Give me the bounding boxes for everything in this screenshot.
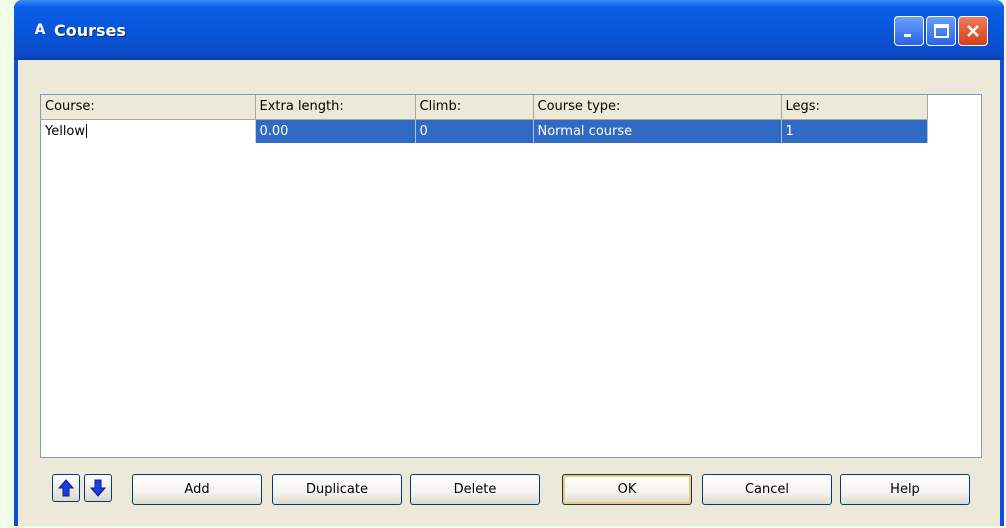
move-down-button[interactable]	[84, 474, 112, 502]
close-icon	[967, 25, 979, 37]
add-button[interactable]: Add	[132, 474, 262, 505]
move-up-button[interactable]	[52, 474, 80, 502]
legs-cell[interactable]: 1	[781, 119, 928, 143]
close-button[interactable]	[958, 16, 988, 46]
table-row[interactable]: Yellow 0.00 0 Normal course 1	[41, 119, 928, 143]
column-header-extra-length[interactable]: Extra length:	[255, 95, 416, 120]
arrow-down-icon	[90, 479, 106, 497]
course-name-cell[interactable]: Yellow	[41, 119, 256, 143]
delete-button[interactable]: Delete	[410, 474, 540, 505]
dialog-body: Course: Extra length: Climb: Course type…	[18, 60, 1000, 526]
column-header-course-type[interactable]: Course type:	[533, 95, 782, 120]
courses-grid[interactable]: Course: Extra length: Climb: Course type…	[40, 94, 982, 458]
help-button[interactable]: Help	[840, 474, 970, 505]
course-type-cell[interactable]: Normal course	[533, 119, 782, 143]
courses-window: A Courses Course: Extra length: Climb: C…	[14, 0, 1004, 526]
minimize-icon	[904, 34, 911, 37]
column-header-climb[interactable]: Climb:	[415, 95, 534, 120]
column-header-legs[interactable]: Legs:	[781, 95, 928, 120]
maximize-icon	[934, 24, 949, 38]
cancel-button[interactable]: Cancel	[702, 474, 832, 505]
text-caret	[86, 124, 88, 139]
header-row: Course: Extra length: Climb: Course type…	[41, 95, 928, 120]
course-name-value[interactable]: Yellow	[45, 124, 85, 139]
window-title: Courses	[54, 21, 126, 40]
title-bar[interactable]: A Courses	[14, 0, 1004, 60]
column-header-course[interactable]: Course:	[41, 95, 256, 120]
extra-length-cell[interactable]: 0.00	[255, 119, 416, 143]
app-icon: A	[34, 22, 46, 38]
arrow-up-icon	[58, 479, 74, 497]
courses-table: Course: Extra length: Climb: Course type…	[41, 95, 928, 143]
maximize-button[interactable]	[926, 16, 956, 46]
climb-cell[interactable]: 0	[415, 119, 534, 143]
minimize-button[interactable]	[894, 16, 924, 46]
ok-button[interactable]: OK	[562, 474, 692, 505]
duplicate-button[interactable]: Duplicate	[272, 474, 402, 505]
